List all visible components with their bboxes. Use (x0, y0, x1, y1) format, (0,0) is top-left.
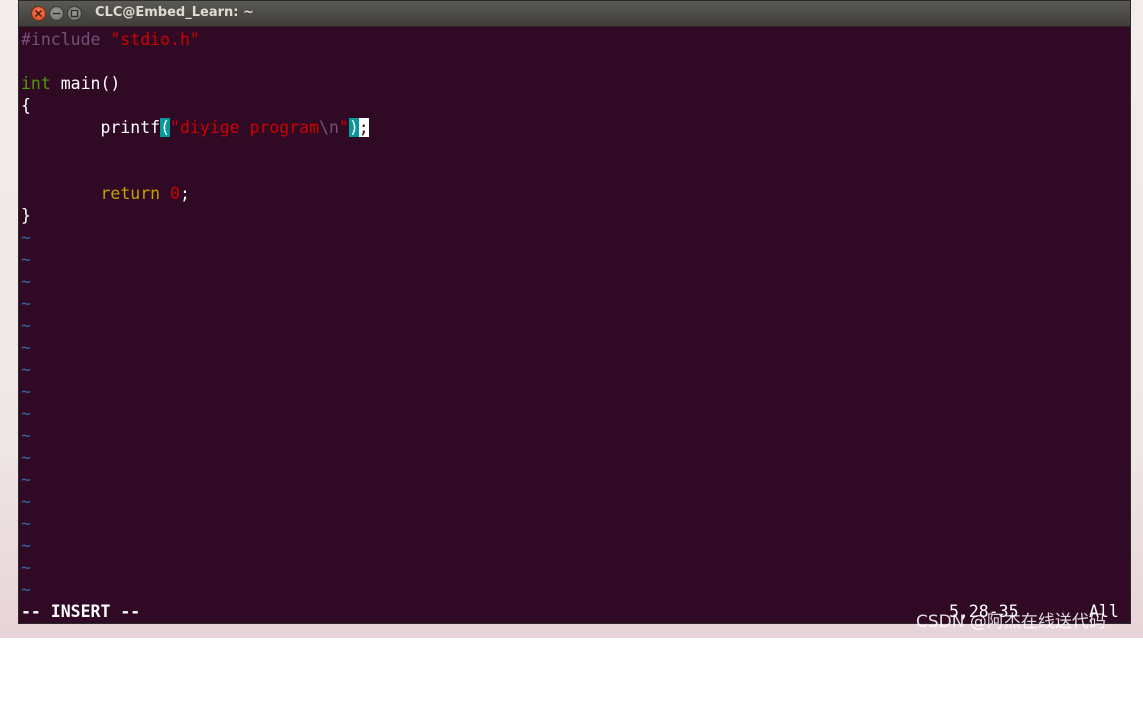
function-call: printf (21, 118, 161, 137)
close-icon (35, 10, 42, 17)
tilde-line: ~ (21, 558, 31, 577)
code-line-5: printf("diyige program\n"); (21, 117, 369, 139)
tilde-line: ~ (21, 316, 31, 335)
tilde-line: ~ (21, 250, 31, 269)
code-line-3: int main() (21, 73, 120, 95)
code-line-9: } (21, 206, 31, 225)
string-literal: "diyige program (170, 118, 320, 137)
code-line-4: { (21, 96, 31, 115)
text-cursor: ; (358, 118, 369, 137)
escape-sequence: \n (319, 118, 339, 137)
semicolon: ; (179, 184, 190, 203)
vim-editor[interactable]: #include "stdio.h" int main() { printf("… (21, 29, 1121, 621)
tilde-line: ~ (21, 360, 31, 379)
minimize-icon (52, 12, 61, 15)
code-line-8: return 0; (21, 183, 190, 205)
return-keyword: return (100, 184, 161, 203)
tilde-line: ~ (21, 448, 31, 467)
tilde-line: ~ (21, 514, 31, 533)
tilde-line: ~ (21, 228, 31, 247)
tilde-line: ~ (21, 580, 31, 599)
string-close-quote: " (338, 118, 349, 137)
close-button[interactable] (31, 6, 46, 21)
maximize-button[interactable] (67, 6, 82, 21)
window-titlebar[interactable]: CLC@Embed_Learn: ~ (19, 1, 1130, 27)
tilde-line: ~ (21, 404, 31, 423)
preprocessor-directive: #include (21, 30, 111, 49)
tilde-line: ~ (21, 272, 31, 291)
code-line-1: #include "stdio.h" (21, 29, 200, 51)
minimize-button[interactable] (49, 6, 64, 21)
tilde-line: ~ (21, 294, 31, 313)
terminal-window[interactable]: CLC@Embed_Learn: ~ #include "stdio.h" in… (18, 0, 1131, 624)
include-path: "stdio.h" (110, 30, 200, 49)
maximize-icon (70, 9, 79, 18)
tilde-line: ~ (21, 470, 31, 489)
matching-paren-open: ( (160, 118, 171, 137)
return-value: 0 (170, 184, 180, 203)
watermark: CSDN @阿杰在线送代码 (916, 612, 1106, 632)
tilde-line: ~ (21, 426, 31, 445)
function-signature: main() (50, 74, 121, 93)
mode-indicator: -- INSERT -- (21, 602, 141, 621)
tilde-line: ~ (21, 382, 31, 401)
type-keyword: int (21, 74, 51, 93)
tilde-line: ~ (21, 536, 31, 555)
tilde-line: ~ (21, 492, 31, 511)
tilde-line: ~ (21, 338, 31, 357)
window-title: CLC@Embed_Learn: ~ (95, 5, 254, 20)
matching-paren-close: ) (348, 118, 359, 137)
